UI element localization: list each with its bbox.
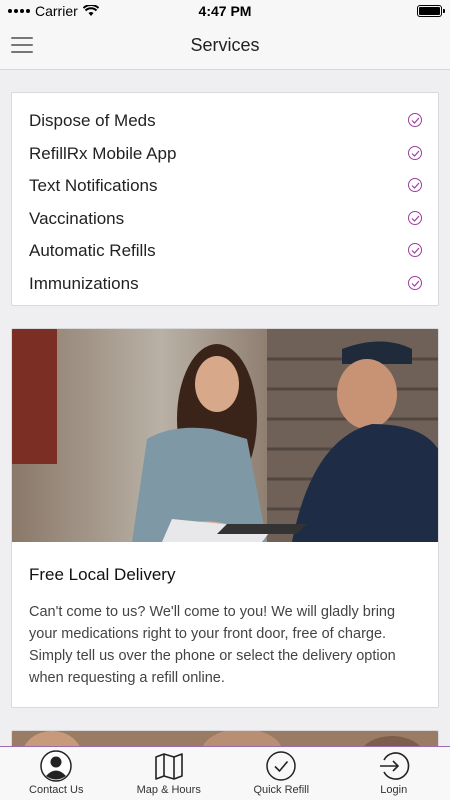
- status-bar: Carrier 4:47 PM: [0, 0, 450, 22]
- tab-label: Contact Us: [29, 784, 84, 796]
- service-item: RefillRx Mobile App: [12, 141, 438, 174]
- service-item: Dispose of Meds: [12, 108, 438, 141]
- tab-contact-us[interactable]: Contact Us: [0, 747, 113, 800]
- tab-bar: Contact Us Map & Hours Quick Refill Logi…: [0, 746, 450, 800]
- check-circle-icon: [408, 178, 422, 193]
- service-label: Text Notifications: [29, 176, 158, 196]
- check-circle-icon: [408, 145, 422, 160]
- login-icon: [379, 752, 410, 780]
- page-title: Services: [190, 35, 260, 55]
- tab-label: Quick Refill: [253, 784, 310, 796]
- delivery-title: Free Local Delivery: [29, 565, 176, 584]
- map-icon: [154, 753, 183, 780]
- delivery-description: Can't come to us? We'll come to you! We …: [29, 604, 396, 686]
- service-item: Immunizations: [12, 271, 438, 304]
- next-card-preview: [11, 730, 439, 746]
- battery-icon: [417, 5, 445, 17]
- service-item: Vaccinations: [12, 206, 438, 239]
- tab-label: Login: [380, 784, 408, 796]
- service-label: RefillRx Mobile App: [29, 143, 177, 163]
- user-icon: [40, 750, 72, 782]
- service-label: Vaccinations: [29, 208, 125, 228]
- service-label: Automatic Refills: [29, 241, 156, 261]
- clock: 4:47 PM: [198, 3, 252, 19]
- service-item: Text Notifications: [12, 173, 438, 206]
- tab-login[interactable]: Login: [338, 747, 450, 800]
- tab-quick-refill[interactable]: Quick Refill: [225, 747, 338, 800]
- services-content[interactable]: Dispose of Meds RefillRx Mobile App Text…: [0, 70, 450, 746]
- check-circle-icon: [408, 243, 422, 258]
- check-circle-icon: [408, 113, 422, 127]
- delivery-photo: [12, 329, 438, 542]
- service-label: Dispose of Meds: [29, 111, 156, 130]
- services-list-card: Dispose of Meds RefillRx Mobile App Text…: [11, 92, 439, 306]
- checkmark-circle-icon: [266, 751, 296, 781]
- check-circle-icon: [408, 210, 422, 225]
- service-item: Automatic Refills: [12, 238, 438, 271]
- tab-label: Map & Hours: [136, 784, 201, 796]
- navigation-bar: Services: [0, 22, 450, 70]
- check-circle-icon: [408, 275, 422, 290]
- delivery-card: Free Local Delivery Can't come to us? We…: [11, 328, 439, 708]
- tab-map-hours[interactable]: Map & Hours: [113, 747, 226, 800]
- service-label: Immunizations: [29, 273, 139, 293]
